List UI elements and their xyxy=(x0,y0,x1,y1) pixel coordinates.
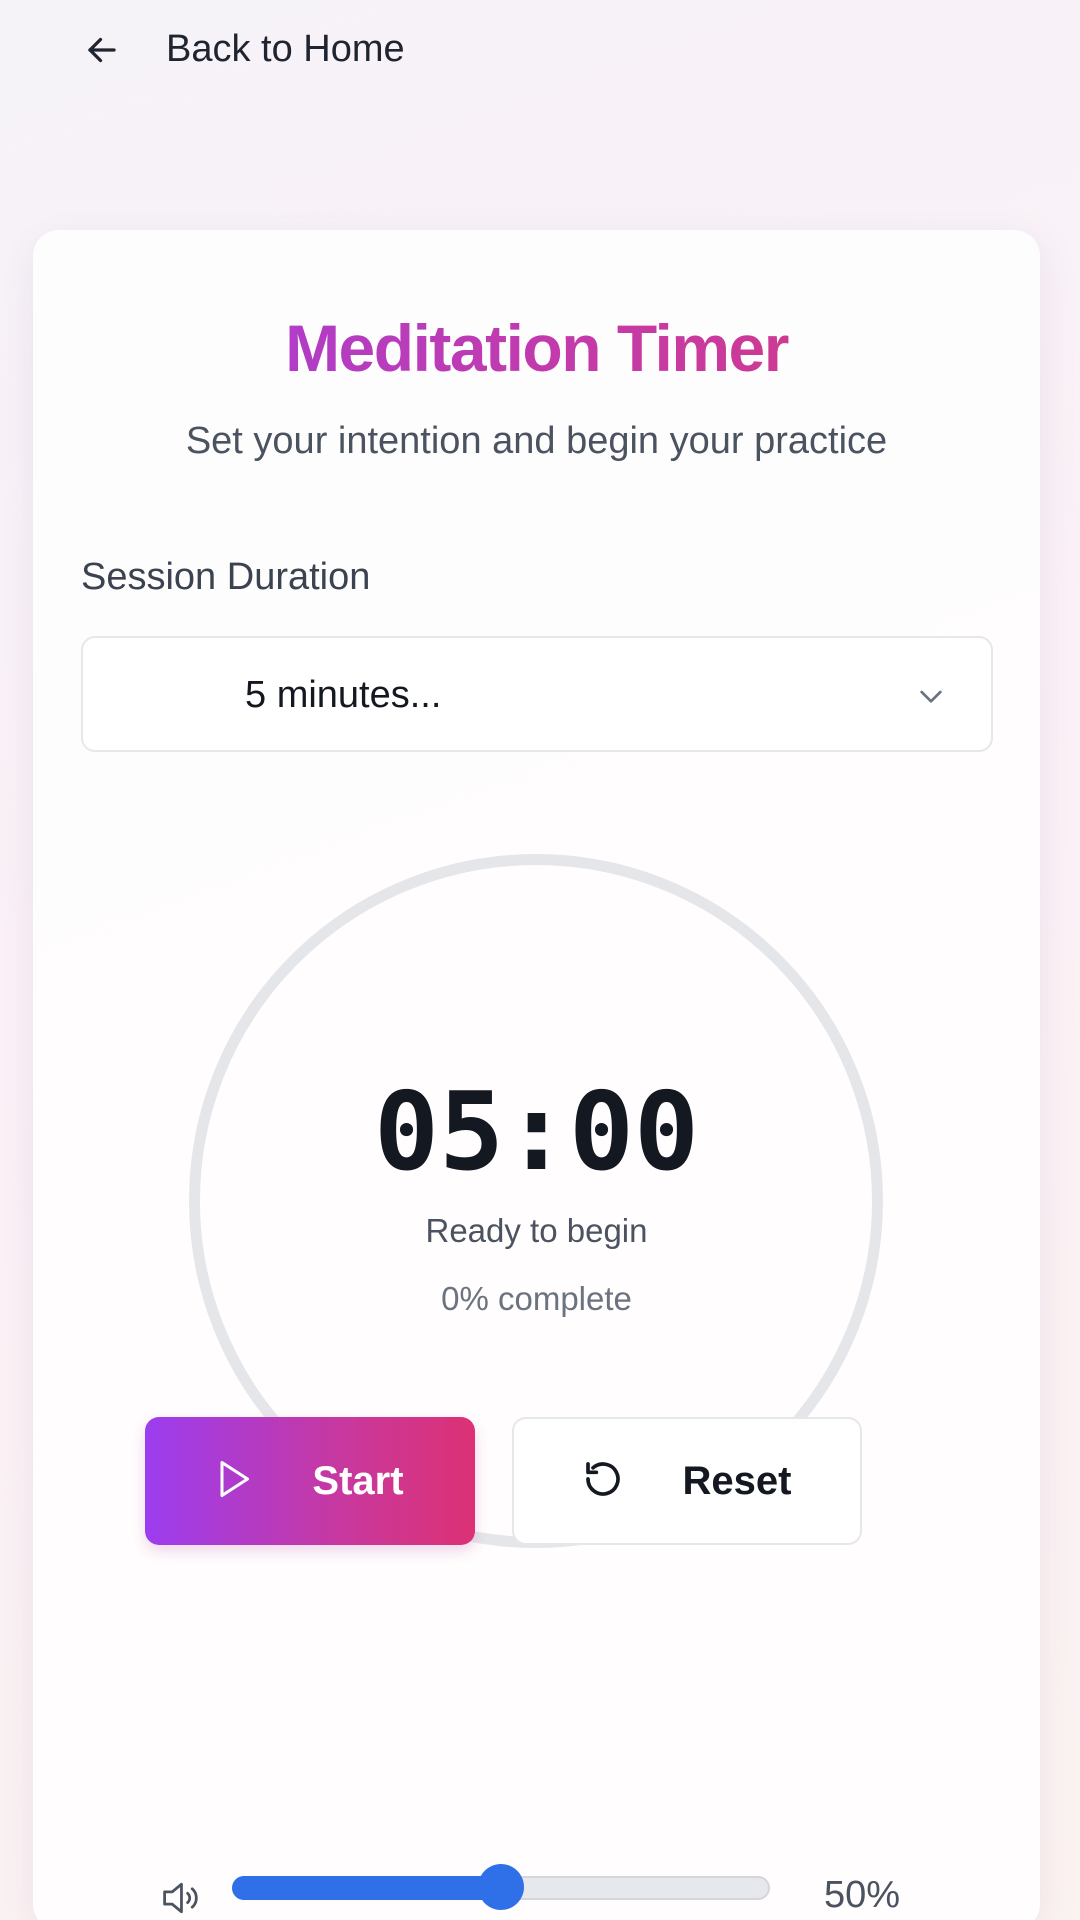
start-button[interactable]: Start xyxy=(145,1417,475,1545)
session-duration-select[interactable]: 5 minutes... xyxy=(81,636,993,752)
volume-value: 50% xyxy=(824,1874,901,1916)
timer-progress-text: 0% complete xyxy=(441,1280,632,1317)
back-to-home-link[interactable]: Back to Home xyxy=(82,28,405,71)
reset-button[interactable]: Reset xyxy=(512,1417,862,1545)
volume-icon[interactable] xyxy=(160,1878,206,1918)
arrow-left-icon xyxy=(82,30,122,70)
page-subtitle: Set your intention and begin your practi… xyxy=(185,420,888,462)
chevron-down-icon xyxy=(915,680,947,712)
volume-slider-fill xyxy=(232,1876,501,1900)
meditation-card: Meditation Timer Set your intention and … xyxy=(33,230,1040,1920)
start-button-label: Start xyxy=(312,1458,404,1503)
reset-button-label: Reset xyxy=(682,1458,792,1503)
back-to-home-label: Back to Home xyxy=(166,28,405,70)
page-title: Meditation Timer xyxy=(33,310,1040,386)
play-icon xyxy=(216,1459,252,1504)
volume-slider-thumb[interactable] xyxy=(478,1864,524,1910)
rotate-ccw-icon xyxy=(583,1459,623,1504)
session-duration-value: 5 minutes... xyxy=(245,674,442,716)
session-duration-label: Session Duration xyxy=(81,556,371,598)
volume-slider[interactable] xyxy=(232,1864,770,1910)
timer-status: Ready to begin xyxy=(425,1212,648,1249)
timer-display: 05:00 xyxy=(373,1070,700,1195)
